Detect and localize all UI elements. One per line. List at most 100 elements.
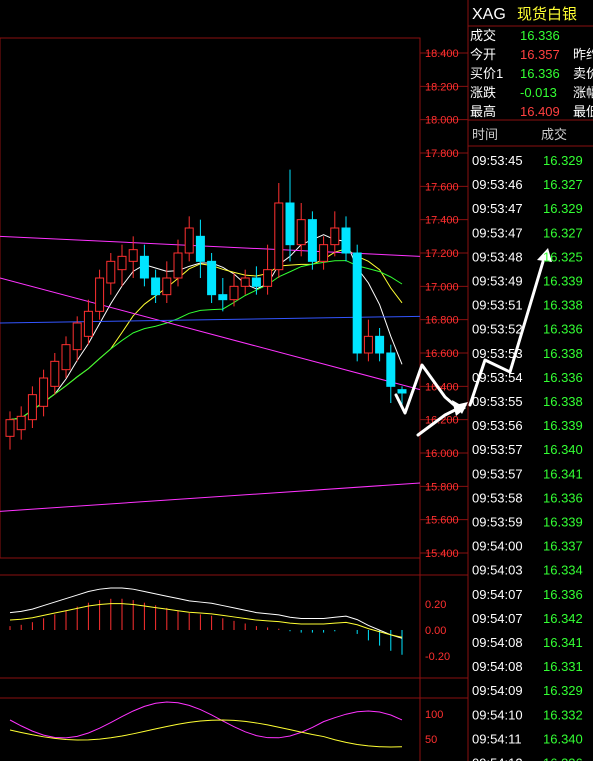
candle-body [229,285,239,301]
tick-row[interactable]: 09:54:10 16.332 [472,707,583,722]
candle-body [162,277,172,296]
tick-time: 09:54:00 [472,539,523,554]
tick-time: 09:53:51 [472,298,523,313]
price-axis: 18.400 18.200 18.000 17.800 17.600 17.400 17.2… [425,48,459,560]
tick-time: 09:53:59 [472,515,523,530]
candle-body [319,244,329,262]
tick-time: 09:53:56 [472,418,523,433]
tick-time: 09:53:57 [472,442,523,457]
tick-price: 16.338 [543,394,583,409]
tick-price: 16.329 [543,683,583,698]
tick-row[interactable]: 09:54:08 16.331 [472,659,583,674]
tick-time: 09:53:47 [472,201,523,216]
quote-label: 涨跌 [470,85,496,100]
tick-row[interactable]: 09:54:03 16.334 [472,563,583,578]
tick-price: 16.329 [543,201,583,216]
tick-time: 09:53:48 [472,249,523,264]
tick-row[interactable]: 09:54:07 16.336 [472,587,583,602]
tick-price: 16.339 [543,515,583,530]
price-tick-label: 18.200 [425,81,459,93]
candle-body [341,227,351,254]
tick-row[interactable]: 09:54:09 16.329 [472,683,583,698]
tick-row[interactable]: 09:54:08 16.341 [472,635,583,650]
tick-row[interactable]: 09:53:54 16.336 [472,370,583,385]
quote-label: 成交 [470,28,496,43]
tick-row[interactable]: 09:53:59 16.339 [472,515,583,530]
candle-body [139,255,149,279]
tick-time: 09:54:09 [472,683,523,698]
candle-body [117,255,127,271]
price-grid [420,52,468,554]
tick-time: 09:54:11 [472,731,522,746]
tick-row[interactable]: 09:54:07 16.342 [472,611,583,626]
tick-row[interactable]: 09:53:55 16.338 [472,394,583,409]
candle-body [307,219,317,262]
tick-time: 09:53:53 [472,346,523,361]
kdj-panel: 100 50 [9,701,443,748]
price-tick-label: 16.000 [425,448,459,460]
tick-price: 16.336 [543,322,583,337]
tick-time: 09:53:47 [472,225,523,240]
instrument-name: 现货白银 [517,5,577,23]
tick-price: 16.340 [543,731,583,746]
tick-price: 16.329 [543,153,583,168]
tick-price: 16.337 [543,539,583,554]
candle-body [251,277,261,287]
tick-row[interactable]: 09:53:57 16.341 [472,466,583,481]
ticks-header-time: 时间 [472,127,498,142]
price-tick-label: 18.400 [425,48,459,60]
price-tick-label: 15.800 [425,481,459,493]
tick-row[interactable]: 09:54:11 16.340 [472,731,583,746]
tick-row[interactable]: 09:53:46 16.327 [472,177,583,192]
candle-body [83,310,93,337]
ticks-header-price: 成交 [541,127,567,142]
candle-body [5,419,15,437]
quote-value: 16.409 [520,104,560,119]
candle-body [27,394,37,421]
candle-body [128,249,138,262]
price-tick-label: 17.800 [425,148,459,160]
tick-row[interactable]: 09:54:12 16.336 [472,756,583,761]
price-tick-label: 17.200 [425,248,459,260]
macd-panel: 0.20 0.00 -0.20 [9,587,450,663]
tick-row[interactable]: 09:53:45 16.329 [472,153,583,168]
kline-chart[interactable]: 18.400 18.200 18.000 17.800 17.600 17.400 17.2… [0,0,593,761]
tick-row[interactable]: 09:53:49 16.339 [472,274,583,289]
tick-row[interactable]: 09:53:57 16.340 [472,442,583,457]
tick-row[interactable]: 09:53:58 16.336 [472,490,583,505]
tick-row[interactable]: 09:54:00 16.337 [472,539,583,554]
tick-time: 09:53:49 [472,274,523,289]
price-tick-label: 17.600 [425,181,459,193]
candle-body [50,360,60,387]
tick-row[interactable]: 09:53:48 16.325 [472,249,583,264]
tick-row[interactable]: 09:53:53 16.338 [472,346,583,361]
tick-time: 09:54:12 [472,756,523,761]
tick-time: 09:54:08 [472,635,523,650]
tick-row[interactable]: 09:53:47 16.329 [472,201,583,216]
price-tick-label: 15.400 [425,548,459,560]
tick-time: 09:53:55 [472,394,523,409]
quote-value: -0.013 [520,85,557,100]
ma5-line [9,234,403,421]
candle-body [263,269,273,287]
tick-time: 09:54:03 [472,563,523,578]
quote-value: 16.336 [520,28,560,43]
quote-right-label: 最低 [573,104,593,119]
kdj-k-line [9,701,403,739]
macd-dea-line [9,603,403,638]
tick-time: 09:53:46 [472,177,523,192]
tick-row[interactable]: 09:53:56 16.339 [472,418,583,433]
tick-row[interactable]: 09:53:47 16.327 [472,225,583,240]
price-tick-label: 17.400 [425,215,459,227]
price-tick-label: 17.000 [425,281,459,293]
tick-price: 16.336 [543,587,583,602]
candle-body [397,389,407,394]
candle-body [195,235,205,262]
tick-price: 16.334 [543,563,583,578]
tick-row[interactable]: 09:53:52 16.336 [472,322,583,337]
tick-list[interactable]: 09:53:45 16.329 09:53:46 16.327 09:53:47 16.3… [472,153,583,761]
macd-tick-label: 0.00 [425,625,446,637]
candle-body [207,260,217,296]
candle-body [386,352,396,387]
tick-price: 16.338 [543,346,583,361]
